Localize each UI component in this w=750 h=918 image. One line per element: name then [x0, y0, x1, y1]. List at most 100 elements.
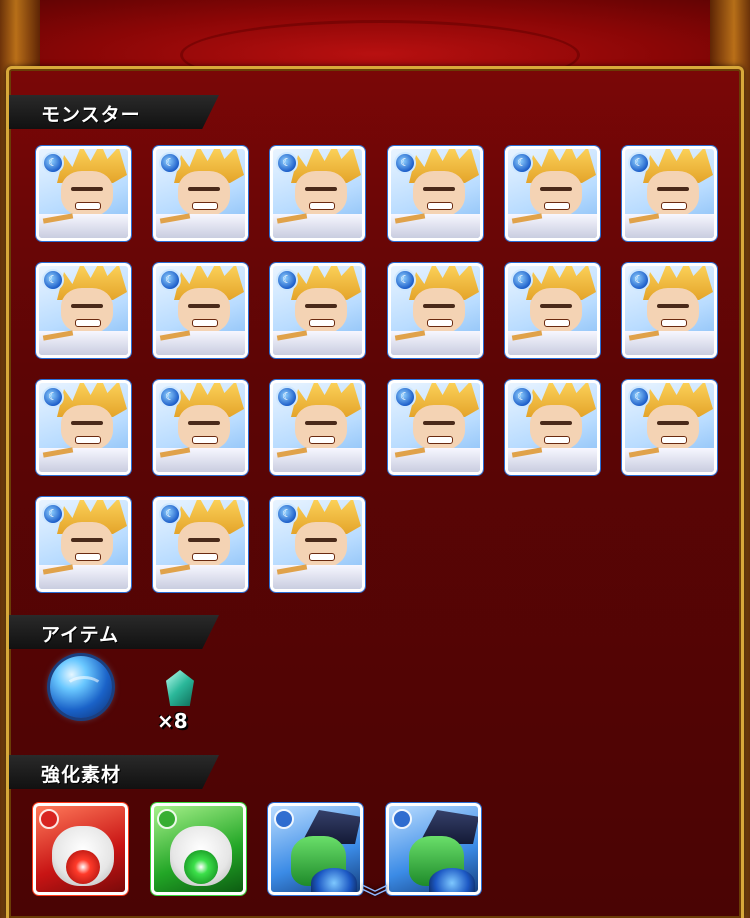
- monster-collar: [156, 448, 245, 472]
- monster-face: [61, 171, 113, 217]
- monster-collar: [391, 214, 480, 238]
- monster-card[interactable]: ☾: [388, 146, 483, 241]
- monster-collar: [508, 214, 597, 238]
- monster-face: [178, 405, 230, 451]
- monster-card[interactable]: ☾: [36, 263, 131, 358]
- monster-card[interactable]: ☾: [153, 263, 248, 358]
- blue-dragon-material-icon[interactable]: [386, 803, 481, 895]
- monster-face: [530, 171, 582, 217]
- monster-face: [413, 405, 465, 451]
- monster-collar: [39, 448, 128, 472]
- monster-face: [178, 522, 230, 568]
- egg-core: [184, 850, 218, 884]
- monster-card[interactable]: ☾: [622, 380, 717, 475]
- monster-collar: [508, 331, 597, 355]
- monster-collar: [273, 214, 362, 238]
- monster-card[interactable]: ☾: [622, 146, 717, 241]
- section-header-materials: 強化素材: [9, 755, 219, 789]
- monster-face: [295, 522, 347, 568]
- water-element-icon: ☾: [394, 269, 416, 291]
- water-element-icon: ☾: [276, 386, 298, 408]
- red-egg-material-icon[interactable]: [33, 803, 128, 895]
- section-header-items: アイテム: [9, 615, 219, 649]
- water-element-icon: ☾: [628, 269, 650, 291]
- monster-collar: [273, 565, 362, 589]
- blue-dragon-material-icon[interactable]: [268, 803, 363, 895]
- monster-face: [295, 405, 347, 451]
- monster-collar: [508, 448, 597, 472]
- water-element-icon: ☾: [511, 152, 533, 174]
- monster-collar: [273, 448, 362, 472]
- monster-card[interactable]: ☾: [36, 146, 131, 241]
- monster-face: [61, 522, 113, 568]
- monster-card[interactable]: ☾: [36, 380, 131, 475]
- rewards-panel: モンスター ☾ ☾ ☾ ☾ ☾ ☾ ☾ ☾ ☾ ☾ ☾ ☾ ☾ ☾ ☾ ☾ ☾ ☾ ☾ ☾ ☾ アイテム 強化素材: [6, 66, 744, 918]
- water-element-icon: ☾: [42, 503, 64, 525]
- monster-collar: [625, 214, 714, 238]
- monster-card[interactable]: ☾: [505, 263, 600, 358]
- monster-face: [647, 405, 699, 451]
- monster-collar: [273, 331, 362, 355]
- monster-card[interactable]: ☾: [622, 263, 717, 358]
- monster-face: [530, 405, 582, 451]
- water-element-icon: ☾: [394, 386, 416, 408]
- water-element-icon: ☾: [511, 269, 533, 291]
- monster-face: [413, 288, 465, 334]
- monster-collar: [39, 214, 128, 238]
- water-element-icon: ☾: [276, 269, 298, 291]
- monster-card[interactable]: ☾: [505, 146, 600, 241]
- element-badge-icon: [392, 809, 412, 829]
- water-element-icon: ☾: [159, 152, 181, 174]
- water-element-icon: ☾: [42, 386, 64, 408]
- water-element-icon: ☾: [276, 503, 298, 525]
- monster-card[interactable]: ☾: [388, 380, 483, 475]
- monster-collar: [156, 214, 245, 238]
- green-egg-material-icon[interactable]: [151, 803, 246, 895]
- monster-collar: [625, 331, 714, 355]
- water-element-icon: ☾: [159, 386, 181, 408]
- monster-collar: [156, 565, 245, 589]
- monster-face: [61, 405, 113, 451]
- monster-card[interactable]: ☾: [505, 380, 600, 475]
- monster-collar: [156, 331, 245, 355]
- element-badge-icon: [39, 809, 59, 829]
- monster-collar: [391, 331, 480, 355]
- monster-face: [647, 171, 699, 217]
- monster-face: [530, 288, 582, 334]
- monster-card[interactable]: ☾: [36, 497, 131, 592]
- element-badge-icon: [157, 809, 177, 829]
- water-element-icon: ☾: [42, 152, 64, 174]
- water-element-icon: ☾: [511, 386, 533, 408]
- monster-card[interactable]: ☾: [270, 263, 365, 358]
- monster-card[interactable]: ☾: [153, 497, 248, 592]
- monster-face: [647, 288, 699, 334]
- water-element-icon: ☾: [628, 386, 650, 408]
- monster-card[interactable]: ☾: [153, 380, 248, 475]
- water-element-icon: ☾: [159, 503, 181, 525]
- monster-collar: [625, 448, 714, 472]
- element-badge-icon: [274, 809, 294, 829]
- monster-face: [61, 288, 113, 334]
- monster-face: [178, 171, 230, 217]
- monster-face: [295, 171, 347, 217]
- water-element-icon: ☾: [394, 152, 416, 174]
- monster-card[interactable]: ☾: [270, 497, 365, 592]
- monster-face: [178, 288, 230, 334]
- monster-collar: [39, 565, 128, 589]
- monster-face: [295, 288, 347, 334]
- monster-collar: [391, 448, 480, 472]
- water-element-icon: ☾: [276, 152, 298, 174]
- dragon-shield: [429, 868, 475, 892]
- monster-card[interactable]: ☾: [388, 263, 483, 358]
- section-header-monsters: モンスター: [9, 95, 219, 129]
- water-element-icon: ☾: [42, 269, 64, 291]
- monster-card[interactable]: ☾: [153, 146, 248, 241]
- water-element-icon: ☾: [628, 152, 650, 174]
- monster-card[interactable]: ☾: [270, 146, 365, 241]
- gem-count: ×8: [157, 709, 188, 733]
- orb-icon[interactable]: [50, 656, 112, 718]
- monster-collar: [39, 331, 128, 355]
- monster-card[interactable]: ☾: [270, 380, 365, 475]
- chevron-down-icon[interactable]: ︾: [343, 884, 407, 914]
- egg-core: [66, 850, 100, 884]
